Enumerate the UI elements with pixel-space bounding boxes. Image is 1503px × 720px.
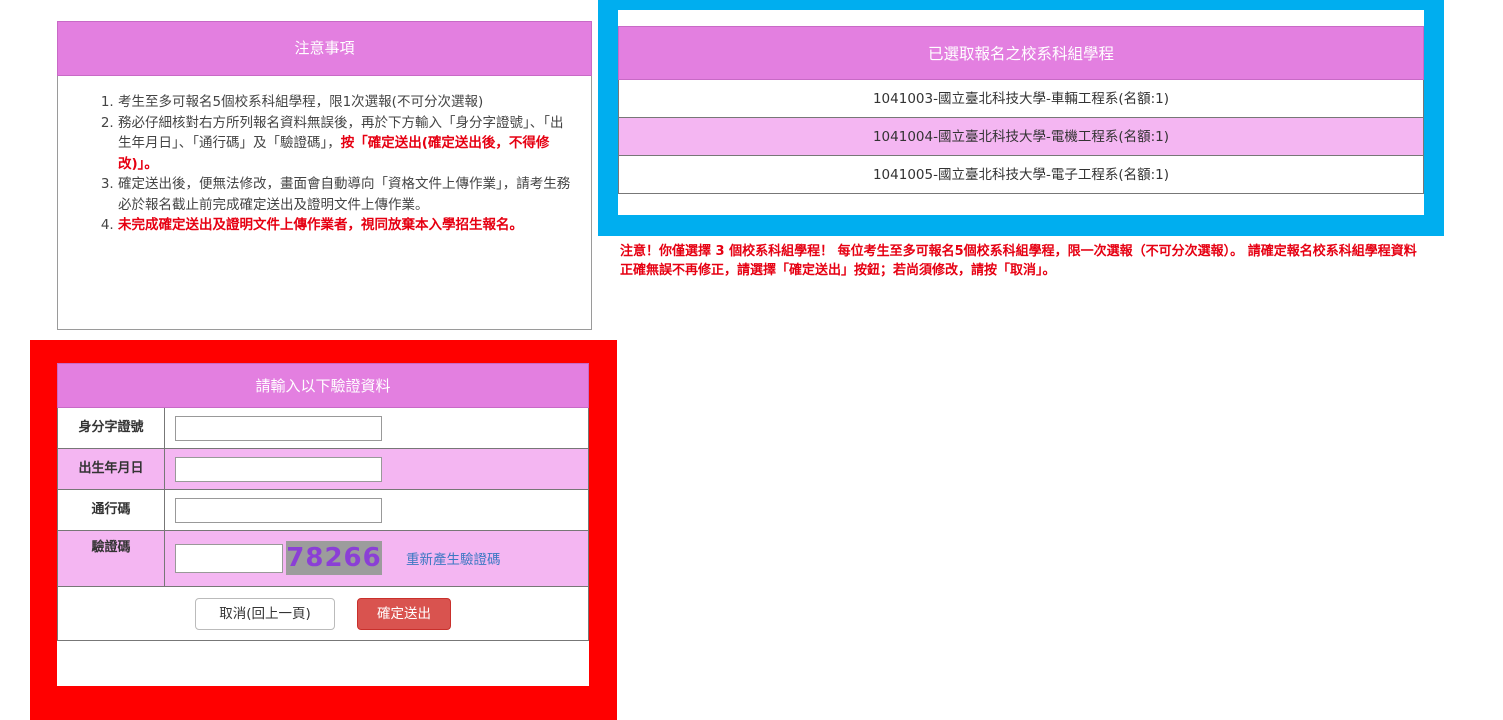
captcha-label: 驗證碼 [58,531,165,586]
verification-form: 請輸入以下驗證資料 身分字證號 出生年月日 通行碼 驗證碼 78266 重新產生… [57,363,589,641]
selection-warning: 注意！你僅選擇 3 個校系科組學程！ 每位考生至多可報名5個校系科組學程，限一次… [620,244,1417,278]
captcha-input[interactable] [175,544,283,573]
regenerate-captcha-link[interactable]: 重新產生驗證碼 [406,548,501,568]
submit-button[interactable]: 確定送出 [357,597,451,630]
captcha-row: 驗證碼 78266 重新產生驗證碼 [57,531,589,587]
notes-item-2: 務必仔細核對右方所列報名資料無誤後，再於下方輸入「身分字證號」、「出生年月日」、… [118,113,571,175]
id-number-label: 身分字證號 [58,408,165,448]
school-row: 1041005-國立臺北科技大學-電子工程系(名額:1) [618,156,1424,194]
passcode-input[interactable] [175,498,382,523]
notes-item-3-text: 確定送出後，便無法修改，畫面會自動導向「資格文件上傳作業」，請考生務必於報名截止… [118,176,571,213]
birthdate-row: 出生年月日 [57,449,589,490]
id-number-input[interactable] [175,416,382,441]
school-row: 1041003-國立臺北科技大學-車輛工程系(名額:1) [618,80,1424,118]
notes-list: 考生至多可報名5個校系科組學程，限1次選報(不可分次選報) 務必仔細核對右方所列… [58,76,591,236]
selected-schools-title: 已選取報名之校系科組學程 [618,26,1424,80]
cancel-button[interactable]: 取消(回上一頁) [195,597,335,630]
captcha-image: 78266 [286,541,382,575]
notes-item-1: 考生至多可報名5個校系科組學程，限1次選報(不可分次選報) [118,92,571,113]
notes-item-4: 未完成確定送出及證明文件上傳作業者，視同放棄本入學招生報名。 [118,215,571,236]
verification-title: 請輸入以下驗證資料 [57,363,589,408]
birthdate-input[interactable] [175,457,382,482]
birthdate-label: 出生年月日 [58,449,165,489]
notes-item-4-emphasis: 未完成確定送出及證明文件上傳作業者，視同放棄本入學招生報名。 [118,217,523,233]
notes-title: 注意事項 [57,21,592,76]
notes-item-3: 確定送出後，便無法修改，畫面會自動導向「資格文件上傳作業」，請考生務必於報名截止… [118,174,571,215]
id-number-row: 身分字證號 [57,408,589,449]
passcode-row: 通行碼 [57,490,589,531]
selected-schools-panel: 已選取報名之校系科組學程 1041003-國立臺北科技大學-車輛工程系(名額:1… [618,26,1424,194]
notes-panel: 注意事項 考生至多可報名5個校系科組學程，限1次選報(不可分次選報) 務必仔細核… [57,21,592,330]
passcode-label: 通行碼 [58,490,165,530]
school-row: 1041004-國立臺北科技大學-電機工程系(名額:1) [618,118,1424,156]
notes-item-1-text: 考生至多可報名5個校系科組學程，限1次選報(不可分次選報) [118,94,484,110]
form-buttons-row: 取消(回上一頁) 確定送出 [57,587,589,641]
